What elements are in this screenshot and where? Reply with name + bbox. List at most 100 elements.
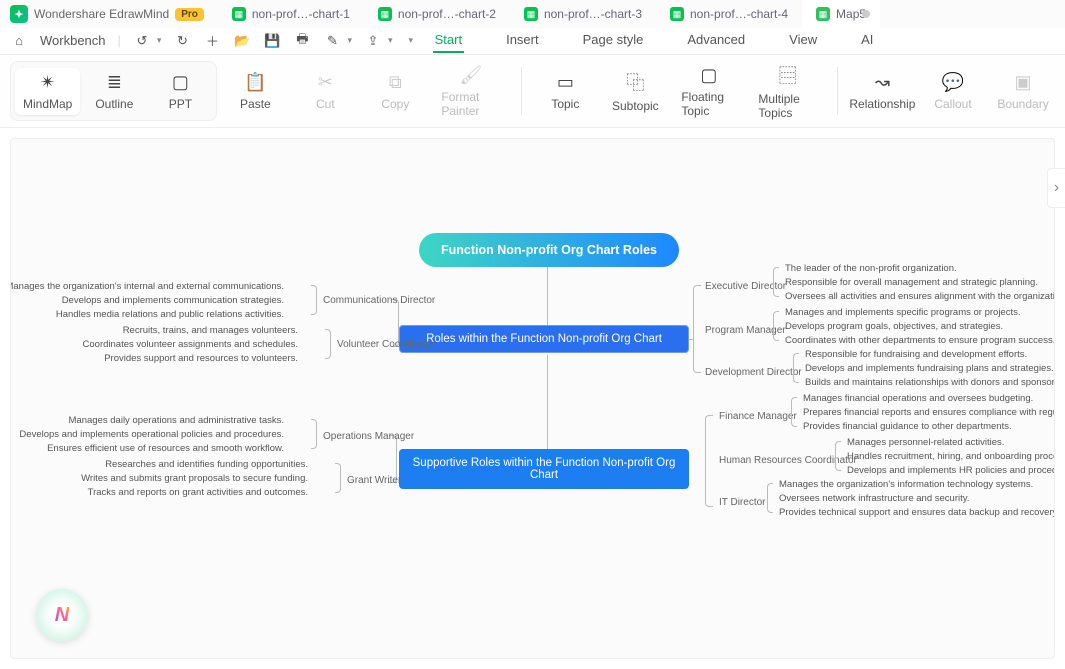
- tab-chart-1[interactable]: ▦non-prof…-chart-1: [218, 0, 364, 28]
- menu-ai[interactable]: AI: [859, 28, 875, 53]
- undo-icon[interactable]: ↺: [133, 33, 151, 49]
- leaf[interactable]: Ensures efficient use of resources and s…: [47, 443, 284, 454]
- export-icon[interactable]: ⇪: [364, 33, 382, 49]
- topic-icon: ▭: [557, 72, 574, 93]
- label: Format Painter: [441, 90, 500, 118]
- ribbon: ✴MindMap ≣Outline ▢PPT 📋Paste ✂Cut ⧉Copy…: [0, 54, 1065, 128]
- chevron-down-icon[interactable]: ▾: [157, 35, 162, 46]
- workbench-link[interactable]: Workbench: [40, 33, 106, 48]
- mode-outline[interactable]: ≣Outline: [82, 68, 146, 115]
- leaf[interactable]: Handles media relations and public relat…: [56, 309, 284, 320]
- leaf[interactable]: Recruits, trains, and manages volunteers…: [123, 325, 298, 336]
- mode-mindmap[interactable]: ✴MindMap: [15, 68, 80, 115]
- chevron-down-icon[interactable]: ▾: [388, 35, 393, 46]
- leaf[interactable]: Oversees network infrastructure and secu…: [779, 493, 969, 504]
- chevron-down-icon[interactable]: ▾: [347, 35, 352, 46]
- leaf[interactable]: Develops program goals, objectives, and …: [785, 321, 1003, 332]
- copy-button[interactable]: ⧉Copy: [363, 61, 427, 121]
- label: Paste: [240, 97, 271, 111]
- leaf[interactable]: Handles recruitment, hiring, and onboard…: [847, 451, 1055, 462]
- mode-ppt[interactable]: ▢PPT: [148, 68, 212, 115]
- branch-finance-manager[interactable]: Finance Manager: [719, 411, 797, 422]
- relationship-button[interactable]: ↝Relationship: [850, 61, 915, 121]
- leaf[interactable]: Responsible for fundraising and developm…: [805, 349, 1027, 360]
- leaf[interactable]: Oversees all activities and ensures alig…: [785, 291, 1055, 302]
- leaf[interactable]: Coordinates with other departments to en…: [785, 335, 1055, 346]
- multiple-topics-button[interactable]: ⿳Multiple Topics: [750, 61, 825, 121]
- format-painter-button[interactable]: 🖌Format Painter: [433, 61, 508, 121]
- save-icon[interactable]: 💾: [263, 33, 281, 49]
- share-icon[interactable]: ✎: [323, 33, 341, 49]
- pro-badge: Pro: [175, 8, 204, 21]
- leaf[interactable]: Develops and implements HR policies and …: [847, 465, 1055, 476]
- leaf[interactable]: Coordinates volunteer assignments and sc…: [83, 339, 298, 350]
- home-icon[interactable]: ⌂: [10, 33, 28, 48]
- leaf[interactable]: Provides technical support and ensures d…: [779, 507, 1055, 518]
- tab-chart-3[interactable]: ▦non-prof…-chart-3: [510, 0, 656, 28]
- leaf[interactable]: Develops and implements operational poli…: [19, 429, 284, 440]
- callout-icon: 💬: [942, 72, 964, 93]
- connector: [547, 355, 548, 449]
- leaf[interactable]: Provides financial guidance to other dep…: [803, 421, 1012, 432]
- section-1-topic[interactable]: Roles within the Function Non-profit Org…: [399, 325, 689, 353]
- print-icon[interactable]: 🖶: [293, 30, 311, 52]
- boundary-button[interactable]: ▣Boundary: [991, 61, 1055, 121]
- leaf[interactable]: Manages financial operations and oversee…: [803, 393, 1033, 404]
- leaf[interactable]: Manages daily operations and administrat…: [69, 415, 284, 426]
- leaf[interactable]: Develops and implements communication st…: [62, 295, 284, 306]
- branch-volunteer-coordinator[interactable]: Volunteer Coordinator: [337, 339, 434, 350]
- leaf[interactable]: The leader of the non-profit organizatio…: [785, 263, 957, 274]
- connector: [793, 353, 799, 383]
- label: MindMap: [23, 97, 72, 111]
- leaf[interactable]: Researches and identifies funding opport…: [105, 459, 308, 470]
- menu-insert[interactable]: Insert: [504, 28, 541, 53]
- section-2-topic[interactable]: Supportive Roles within the Function Non…: [399, 449, 689, 489]
- menu-view[interactable]: View: [787, 28, 819, 53]
- paste-button[interactable]: 📋Paste: [223, 61, 287, 121]
- callout-button[interactable]: 💬Callout: [921, 61, 985, 121]
- ai-fab-button[interactable]: N: [36, 589, 88, 641]
- leaf[interactable]: Prepares financial reports and ensures c…: [803, 407, 1055, 418]
- branch-grant-writer[interactable]: Grant Writer: [347, 475, 401, 486]
- branch-operations-manager[interactable]: Operations Manager: [323, 431, 414, 442]
- leaf[interactable]: Builds and maintains relationships with …: [805, 377, 1055, 388]
- leaf[interactable]: Writes and submits grant proposals to se…: [81, 473, 308, 484]
- leaf[interactable]: Manages and implements specific programs…: [785, 307, 1021, 318]
- redo-icon[interactable]: ↻: [173, 33, 191, 49]
- side-panel-toggle[interactable]: ›: [1047, 168, 1065, 208]
- menu-bar: Start Insert Page style Advanced View AI: [433, 28, 876, 53]
- floating-topic-button[interactable]: ▢Floating Topic: [673, 61, 744, 121]
- leaf[interactable]: Tracks and reports on grant activities a…: [88, 487, 308, 498]
- label: Topic: [551, 97, 579, 111]
- mindmap-canvas[interactable]: Function Non-profit Org Chart Roles Role…: [10, 138, 1055, 659]
- relationship-icon: ↝: [875, 72, 890, 93]
- leaf[interactable]: Responsible for overall management and s…: [785, 277, 1038, 288]
- doc-icon: ▦: [816, 7, 830, 21]
- leaf[interactable]: Manages personnel-related activities.: [847, 437, 1004, 448]
- menu-start[interactable]: Start: [433, 28, 464, 53]
- label: Floating Topic: [681, 90, 736, 118]
- tab-chart-4[interactable]: ▦non-prof…-chart-4: [656, 0, 802, 28]
- leaf[interactable]: Develops and implements fundraising plan…: [805, 363, 1054, 374]
- tab-map5[interactable]: ▦Map5: [802, 0, 880, 28]
- branch-communications-director[interactable]: Communications Director: [323, 295, 435, 306]
- topic-button[interactable]: ▭ Topic: [533, 61, 597, 121]
- connector: [693, 285, 701, 373]
- root-topic[interactable]: Function Non-profit Org Chart Roles: [419, 233, 679, 267]
- menu-page-style[interactable]: Page style: [581, 28, 646, 53]
- leaf[interactable]: Manages the organization's internal and …: [10, 281, 284, 292]
- open-icon[interactable]: 📂: [233, 33, 251, 49]
- branch-development-director[interactable]: Development Director: [705, 367, 802, 378]
- tab-label: non-prof…-chart-1: [252, 7, 350, 21]
- cut-button[interactable]: ✂Cut: [293, 61, 357, 121]
- subtopic-button[interactable]: ⿻Subtopic: [603, 61, 667, 121]
- branch-it-director[interactable]: IT Director: [719, 497, 766, 508]
- more-chevron-icon[interactable]: ▾: [409, 35, 414, 46]
- connector: [689, 339, 693, 340]
- new-icon[interactable]: ＋: [203, 31, 221, 50]
- menu-advanced[interactable]: Advanced: [685, 28, 747, 53]
- app-name: Wondershare EdrawMind: [34, 7, 169, 21]
- leaf[interactable]: Provides support and resources to volunt…: [104, 353, 298, 364]
- tab-chart-2[interactable]: ▦non-prof…-chart-2: [364, 0, 510, 28]
- leaf[interactable]: Manages the organization's information t…: [779, 479, 1033, 490]
